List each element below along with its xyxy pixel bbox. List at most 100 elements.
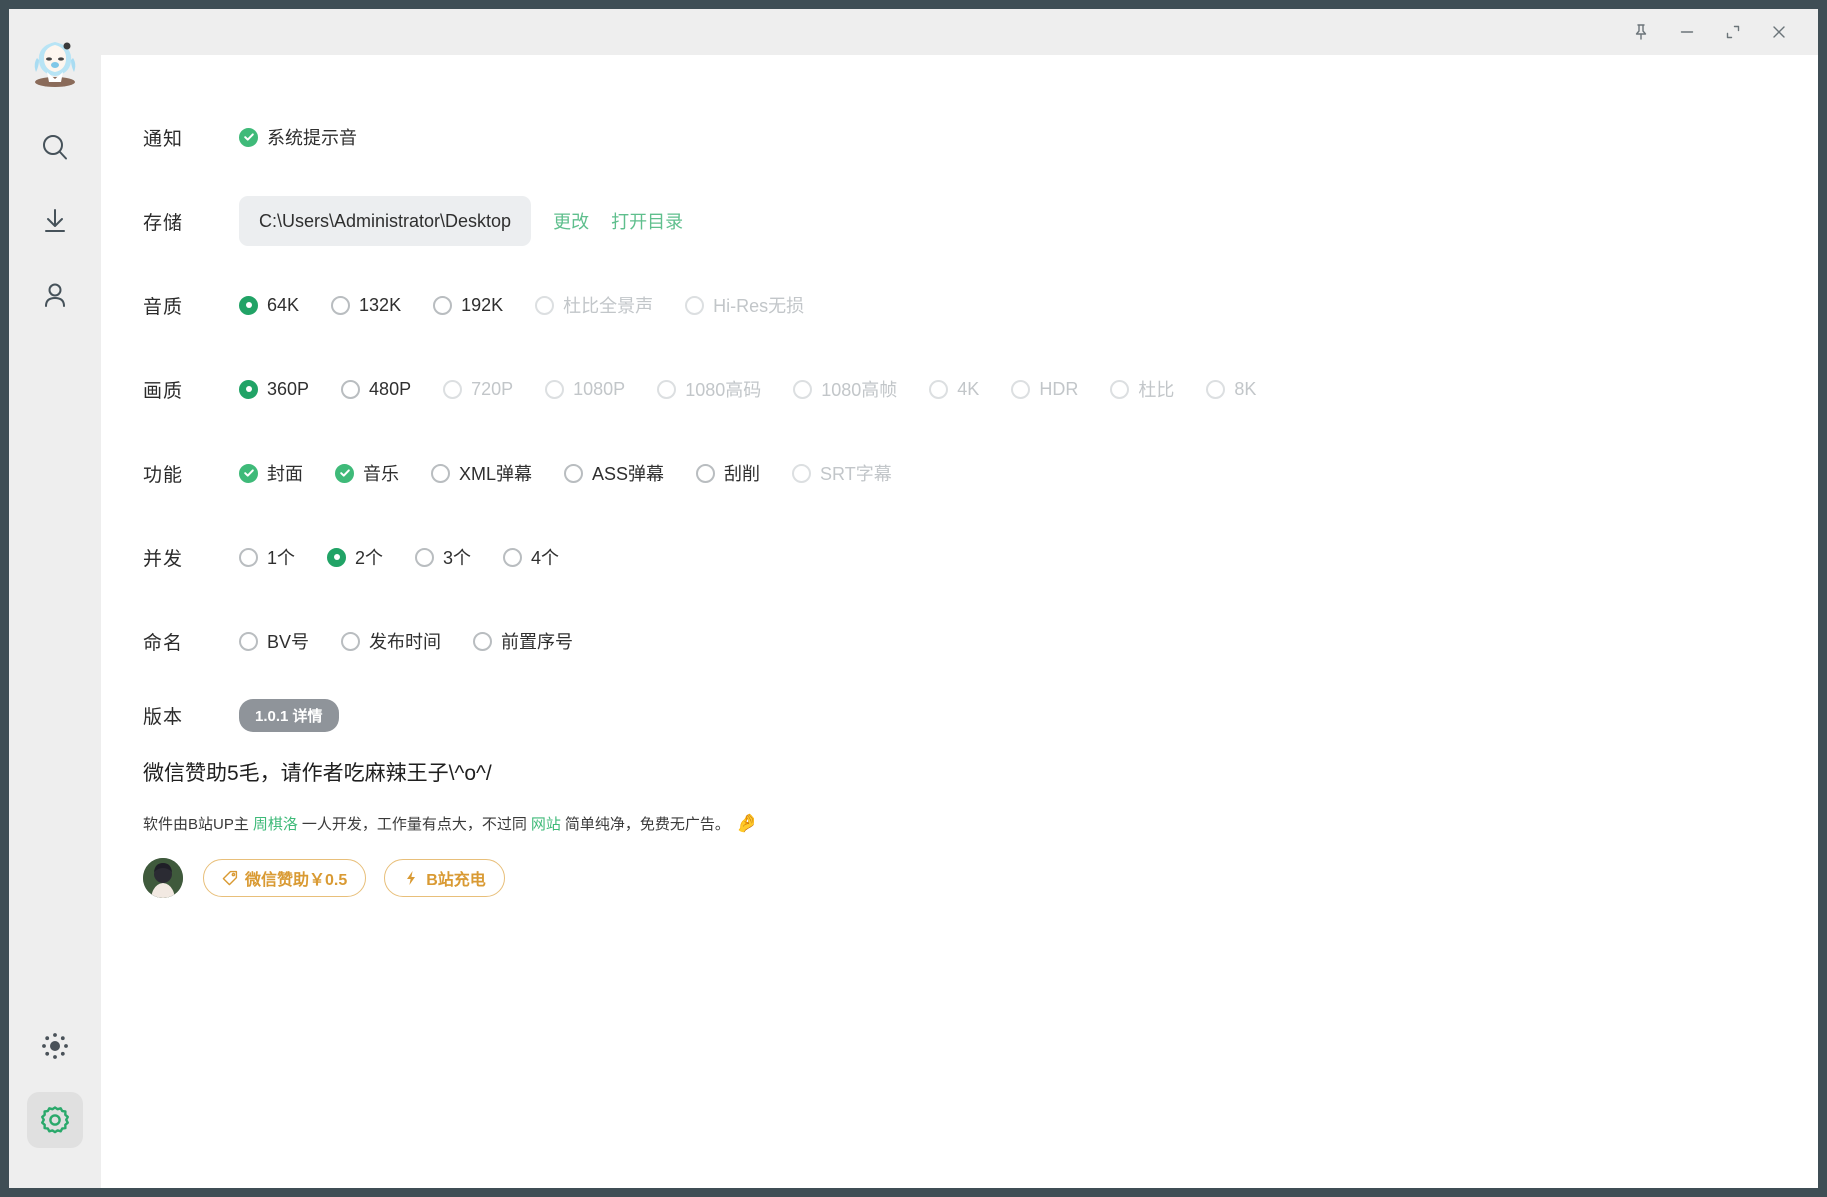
option-feature-scrape[interactable]: 刮削 [696, 460, 760, 486]
settings-row-storage: 存储 C:\Users\Administrator\Desktop 更改 打开目… [101, 179, 1818, 263]
radio-video-720p [443, 379, 463, 399]
checkbox-feature-scrape[interactable] [696, 463, 716, 483]
sidebar-item-settings[interactable] [27, 1092, 83, 1148]
radio-video-360p[interactable] [239, 379, 258, 399]
option-concurrency-2[interactable]: 2个 [327, 544, 383, 570]
button-label: 微信赞助￥0.5 [245, 872, 348, 889]
radio-audio-192k[interactable] [433, 295, 453, 315]
pin-icon [1635, 24, 1647, 40]
option-label: 3个 [443, 548, 472, 568]
option-label: 4K [957, 378, 980, 399]
option-label: 音乐 [363, 464, 399, 484]
sponsor-description: 软件由B站UP主 周棋洛 一人开发，工作量有点大，不过同 网站 简单纯净，免费无… [143, 813, 1818, 834]
app-logo[interactable] [24, 31, 86, 93]
option-video-dolby: 杜比 [1110, 376, 1174, 402]
button-label: B站充电 [426, 872, 486, 889]
option-label: 发布时间 [369, 632, 442, 652]
row-label-concurrency: 并发 [143, 548, 184, 570]
minimize-button[interactable] [1664, 13, 1710, 51]
option-concurrency-3[interactable]: 3个 [415, 544, 471, 570]
storage-path-input[interactable]: C:\Users\Administrator\Desktop [239, 196, 532, 246]
check-icon [339, 469, 350, 477]
option-concurrency-1[interactable]: 1个 [239, 544, 295, 570]
radio-concurrency-4[interactable] [503, 547, 523, 567]
open-directory-link[interactable]: 打开目录 [611, 208, 683, 234]
desc-text-2: 一人开发，工作量有点大，不过同 [301, 816, 527, 833]
radio-audio-64k[interactable] [239, 295, 258, 315]
radio-concurrency-1[interactable] [239, 547, 258, 567]
checkbox-system-sound[interactable] [239, 127, 258, 147]
naming-options: BV号 发布时间 前置序号 [239, 628, 605, 654]
option-label: ASS弹幕 [592, 464, 665, 484]
settings-row-features: 功能 封面 音乐 XML弹幕 ASS弹幕 刮削 SRT字幕 [101, 431, 1818, 515]
option-video-480p[interactable]: 480P [341, 379, 411, 400]
option-feature-xml-danmaku[interactable]: XML弹幕 [431, 460, 532, 486]
sidebar-item-search[interactable] [27, 119, 83, 175]
option-naming-publish-time[interactable]: 发布时间 [341, 628, 441, 654]
radio-video-4k [929, 379, 949, 399]
option-label: Hi-Res无损 [713, 296, 805, 316]
app-logo-icon [34, 42, 76, 87]
sidebar [9, 9, 101, 1188]
option-label: 2个 [355, 548, 384, 568]
checkbox-feature-srt-subtitle [792, 463, 812, 483]
option-label: SRT字幕 [820, 464, 892, 484]
option-label: 1个 [267, 548, 296, 568]
feature-options: 封面 音乐 XML弹幕 ASS弹幕 刮削 SRT字幕 [239, 460, 924, 486]
version-controls: 1.0.1 详情 [239, 698, 339, 732]
option-audio-192k[interactable]: 192K [433, 295, 503, 316]
option-label: BV号 [267, 632, 310, 652]
radio-concurrency-2[interactable] [327, 547, 347, 567]
option-naming-bv[interactable]: BV号 [239, 628, 309, 654]
close-button[interactable] [1756, 13, 1802, 51]
option-label: 1080P [573, 378, 626, 399]
wechat-sponsor-button[interactable]: 微信赞助￥0.5 [203, 859, 367, 897]
option-video-4k: 4K [929, 379, 979, 400]
checkbox-feature-ass-danmaku[interactable] [564, 463, 584, 483]
option-audio-132k[interactable]: 132K [331, 295, 401, 316]
author-avatar[interactable] [143, 858, 183, 898]
option-video-360p[interactable]: 360P [239, 379, 309, 400]
radio-video-8k [1206, 379, 1226, 399]
checkbox-feature-music[interactable] [335, 463, 354, 483]
option-label: 480P [369, 378, 412, 399]
website-link[interactable]: 网站 [531, 813, 561, 834]
option-concurrency-4[interactable]: 4个 [503, 544, 559, 570]
radio-naming-prefix-index[interactable] [473, 631, 493, 651]
user-icon [45, 283, 65, 307]
radio-video-480p[interactable] [341, 379, 361, 399]
option-label: 64K [267, 294, 300, 315]
notification-options: 系统提示音 [239, 124, 389, 150]
radio-video-dolby [1110, 379, 1130, 399]
radio-audio-132k[interactable] [331, 295, 351, 315]
option-system-sound[interactable]: 系统提示音 [239, 124, 357, 150]
radio-audio-dolby-atmos [535, 295, 555, 315]
option-naming-prefix-index[interactable]: 前置序号 [473, 628, 573, 654]
row-label-video-quality: 画质 [143, 380, 184, 402]
option-audio-dolby-atmos: 杜比全景声 [535, 292, 653, 318]
option-audio-64k[interactable]: 64K [239, 295, 299, 316]
radio-concurrency-3[interactable] [415, 547, 435, 567]
option-label: 杜比 [1138, 380, 1175, 400]
radio-naming-publish-time[interactable] [341, 631, 361, 651]
version-badge[interactable]: 1.0.1 详情 [239, 698, 339, 732]
maximize-button[interactable] [1710, 13, 1756, 51]
row-label-version: 版本 [143, 706, 184, 728]
pin-button[interactable] [1618, 13, 1664, 51]
author-link[interactable]: 周棋洛 [253, 813, 298, 834]
row-label-naming: 命名 [143, 632, 184, 654]
sidebar-item-theme[interactable] [27, 1018, 83, 1074]
option-feature-ass-danmaku[interactable]: ASS弹幕 [564, 460, 664, 486]
checkbox-feature-cover[interactable] [239, 463, 258, 483]
bilibili-charge-button[interactable]: B站充电 [384, 859, 505, 897]
radio-video-1080-high-bitrate [657, 379, 677, 399]
pinch-hand-emoji-icon: 🤌 [735, 813, 759, 833]
radio-naming-bv[interactable] [239, 631, 258, 651]
option-feature-cover[interactable]: 封面 [239, 460, 303, 486]
checkbox-feature-xml-danmaku[interactable] [431, 463, 450, 483]
option-label: 192K [461, 294, 504, 315]
sidebar-item-user[interactable] [27, 267, 83, 323]
sidebar-item-download[interactable] [27, 193, 83, 249]
option-feature-music[interactable]: 音乐 [335, 460, 399, 486]
change-path-link[interactable]: 更改 [553, 208, 589, 234]
